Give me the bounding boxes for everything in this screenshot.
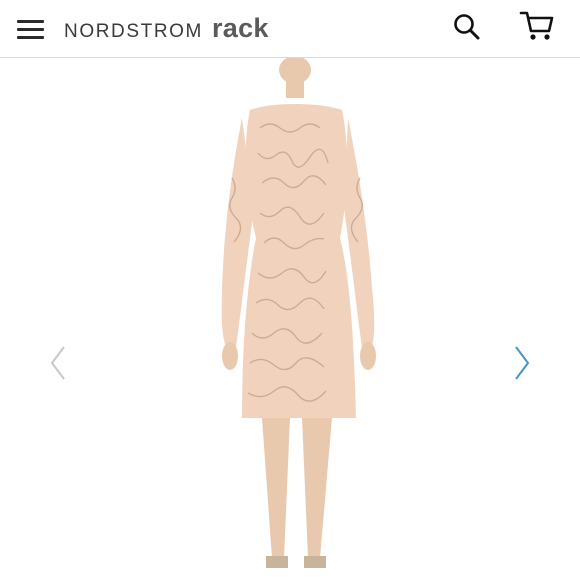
brand-logo[interactable]: NORDSTROM rack <box>64 13 269 45</box>
chevron-right-icon[interactable] <box>510 343 534 383</box>
shopping-cart-icon[interactable] <box>518 9 556 43</box>
site-header: NORDSTROM rack <box>0 0 580 58</box>
hamburger-menu-icon[interactable] <box>17 18 45 40</box>
search-icon[interactable] <box>451 11 483 43</box>
brand-name: NORDSTROM <box>64 21 203 42</box>
brand-sub: rack <box>211 13 269 43</box>
product-gallery <box>0 58 580 580</box>
product-image-dress <box>221 58 376 568</box>
chevron-left-icon[interactable] <box>46 343 70 383</box>
